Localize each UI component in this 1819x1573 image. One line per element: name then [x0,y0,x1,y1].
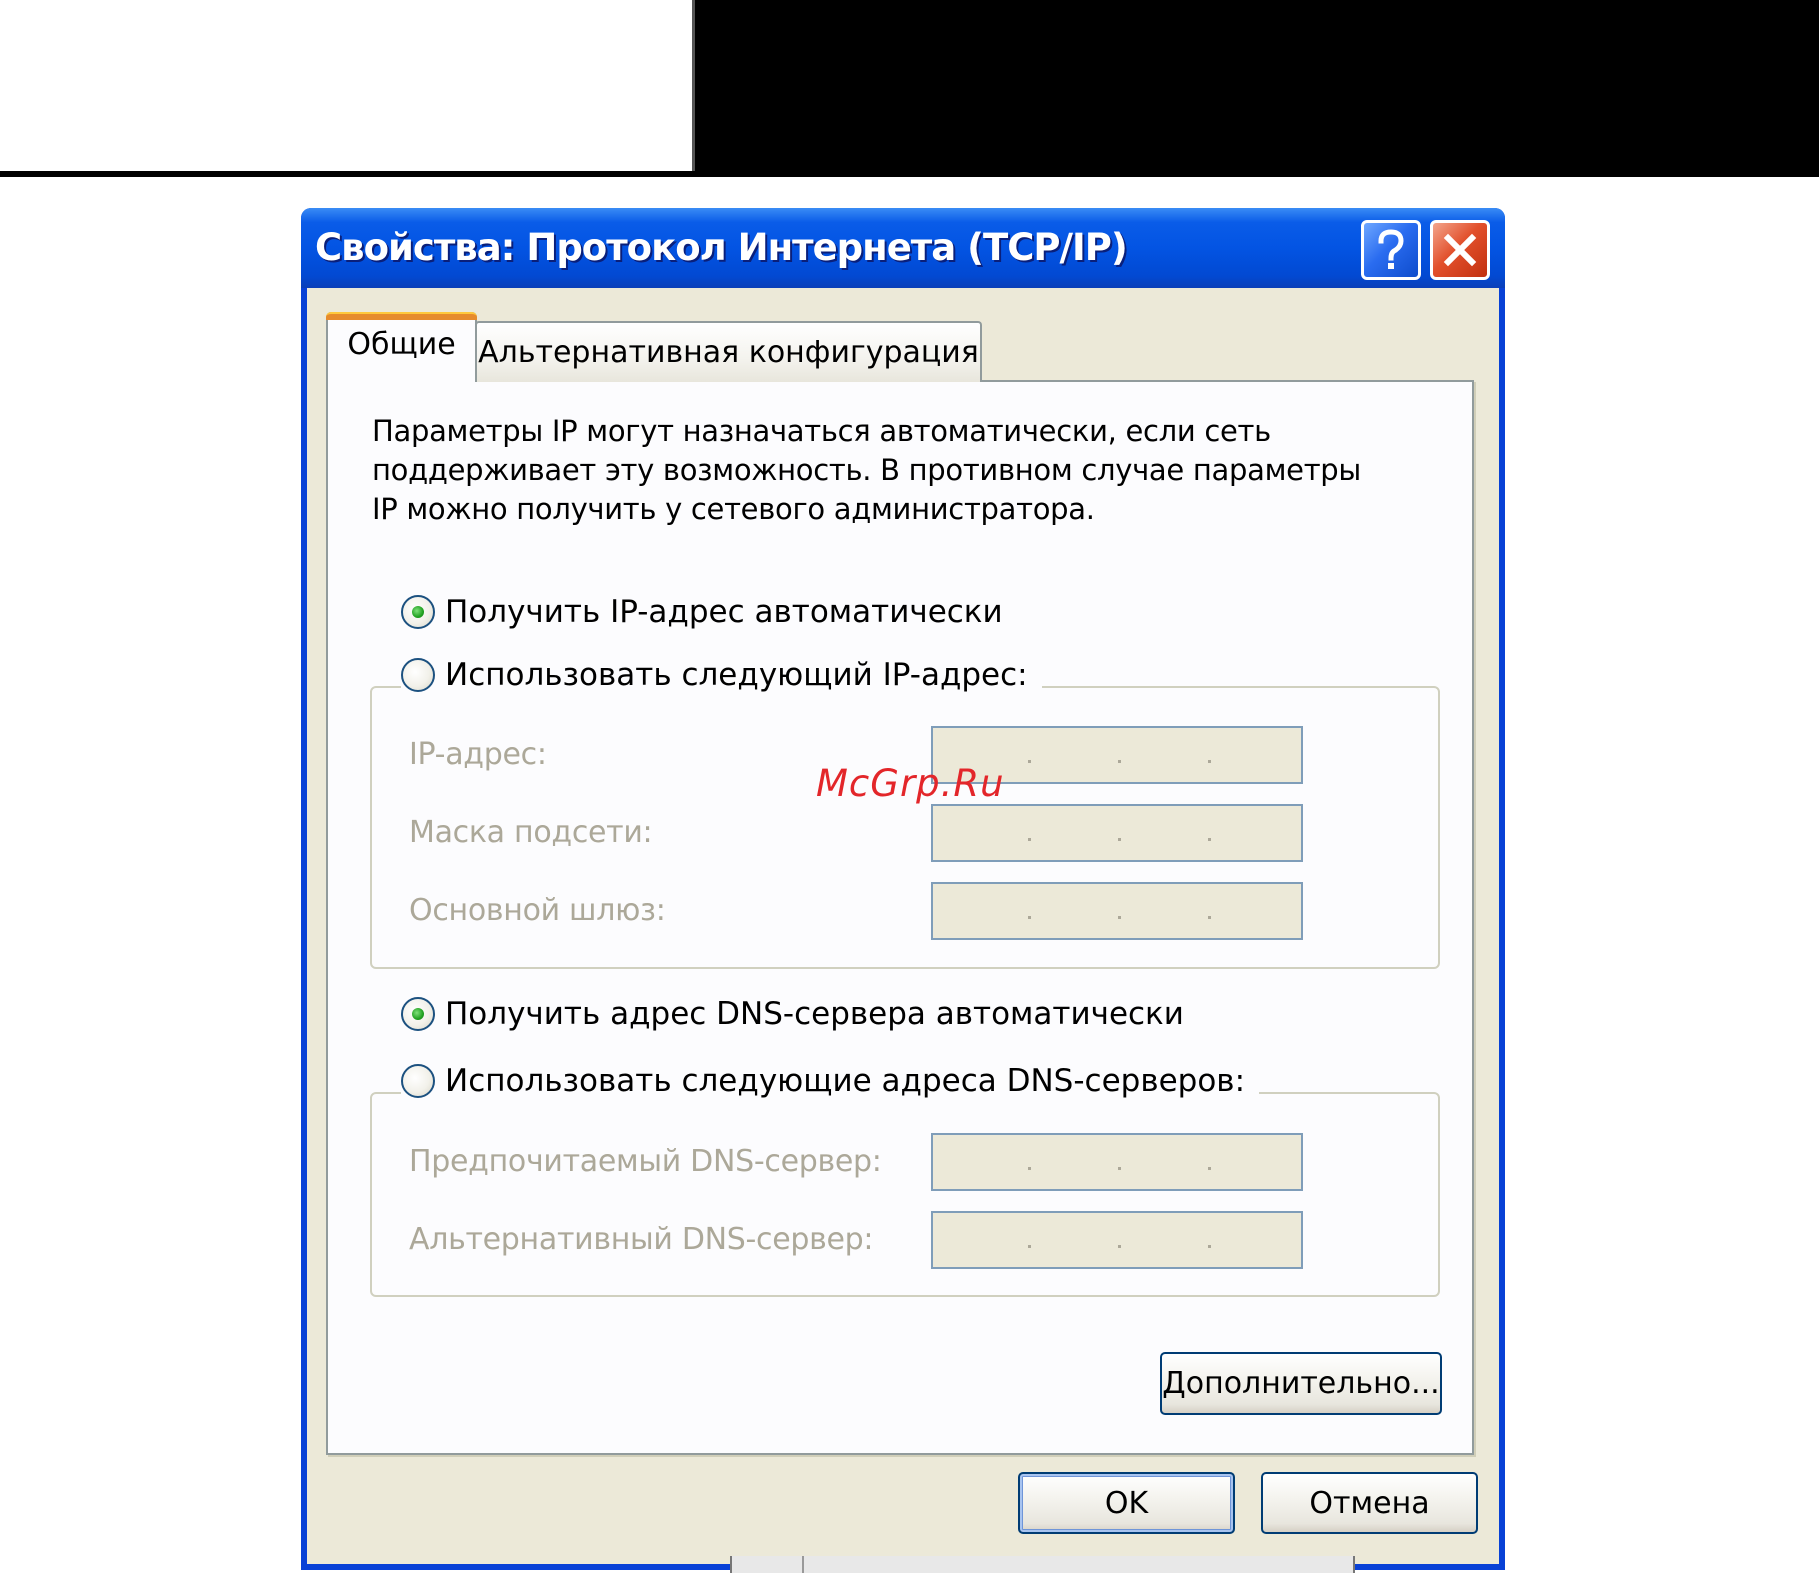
header-rule [0,171,1819,177]
description-line: поддерживает эту возможность. В противно… [372,453,1361,487]
preferred-dns-label: Предпочитаемый DNS-сервер: [409,1144,882,1179]
tab-general[interactable]: Общие [326,312,477,382]
window-title: Свойства: Протокол Интернета (TCP/IP) [315,226,1128,269]
close-button[interactable] [1430,220,1490,280]
radio-button-selected[interactable] [401,997,435,1031]
ip-manual-radio[interactable]: Использовать следующий IP-адрес: [401,657,1042,693]
radio-dot [412,1008,424,1020]
description-line: Параметры IP могут назначаться автоматич… [372,414,1271,448]
dialog-client-area: Общие Альтернативная конфигурация Параме… [307,288,1499,1564]
ip-address-label: IP-адрес: [409,737,547,772]
ip-manual-label: Использовать следующий IP-адрес: [445,657,1028,693]
default-gateway-label: Основной шлюз: [409,893,666,928]
black-header-block [692,0,1819,177]
tab-alternate-configuration[interactable]: Альтернативная конфигурация [475,321,982,382]
tab-panel-general: Параметры IP могут назначаться автоматич… [326,380,1474,1455]
close-x-icon [1443,233,1477,267]
ok-button[interactable]: OK [1018,1472,1235,1534]
dns-manual-radio[interactable]: Использовать следующие адреса DNS-сервер… [401,1063,1260,1099]
question-mark-icon [1378,229,1404,269]
subnet-mask-label: Маска подсети: [409,815,653,850]
tab-alternate-label: Альтернативная конфигурация [478,335,979,370]
underlying-window-edge [730,1556,1355,1573]
help-button[interactable] [1361,220,1421,280]
tab-general-label: Общие [347,326,456,362]
ip-auto-radio[interactable]: Получить IP-адрес автоматически [401,594,1017,630]
watermark: McGrp.Ru [816,762,1005,805]
ip-auto-label: Получить IP-адрес автоматически [445,594,1003,630]
dns-auto-radio[interactable]: Получить адрес DNS-сервера автоматически [401,996,1198,1032]
radio-button-unselected[interactable] [401,658,435,692]
alternate-dns-field[interactable] [931,1211,1303,1269]
description-text: Параметры IP могут назначаться автоматич… [372,412,1452,529]
preferred-dns-field[interactable] [931,1133,1303,1191]
dns-auto-label: Получить адрес DNS-сервера автоматически [445,996,1184,1032]
dns-servers-groupbox: Предпочитаемый DNS-сервер: Альтернативны… [370,1092,1440,1297]
dns-manual-label: Использовать следующие адреса DNS-сервер… [445,1063,1246,1099]
title-bar[interactable]: Свойства: Протокол Интернета (TCP/IP) [301,208,1505,288]
tcpip-properties-dialog: Свойства: Протокол Интернета (TCP/IP) Об… [301,208,1505,1570]
advanced-button[interactable]: Дополнительно... [1160,1352,1442,1415]
alternate-dns-label: Альтернативный DNS-сервер: [409,1222,874,1257]
subnet-mask-field[interactable] [931,804,1303,862]
radio-dot [412,606,424,618]
default-gateway-field[interactable] [931,882,1303,940]
description-line: IP можно получить у сетевого администрат… [372,492,1095,526]
ip-address-groupbox: IP-адрес: Маска подсети: Основной шлюз: [370,686,1440,969]
radio-button-unselected[interactable] [401,1064,435,1098]
radio-button-selected[interactable] [401,595,435,629]
page: Свойства: Протокол Интернета (TCP/IP) Об… [0,0,1819,1573]
cancel-button[interactable]: Отмена [1261,1472,1478,1534]
